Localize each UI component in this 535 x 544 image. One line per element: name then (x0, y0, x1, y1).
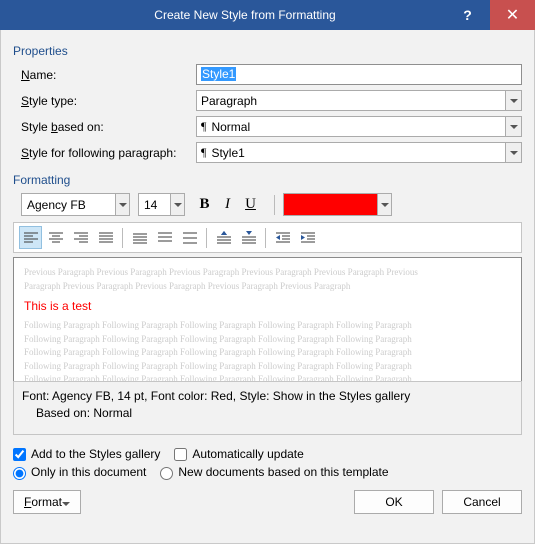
spacing-1-button[interactable] (128, 226, 151, 249)
font-value: Agency FB (27, 198, 86, 212)
title-bar: Create New Style from Formatting ? ✕ (0, 0, 535, 30)
preview-pane: Previous Paragraph Previous Paragraph Pr… (13, 257, 522, 382)
add-gallery-checkbox[interactable]: Add to the Styles gallery (13, 447, 160, 461)
based-on-combo[interactable]: ¶ Normal (196, 116, 522, 137)
font-combo[interactable]: Agency FB (21, 193, 130, 216)
paragraph-toolbar (13, 222, 522, 253)
spacing-2-button[interactable] (178, 226, 201, 249)
bold-button[interactable]: B (193, 193, 216, 216)
help-button[interactable]: ? (445, 0, 490, 30)
format-button[interactable]: FFormatormat (13, 490, 81, 514)
spacing-15-button[interactable] (153, 226, 176, 249)
auto-update-checkbox[interactable]: Automatically update (174, 447, 303, 461)
italic-button[interactable]: I (216, 193, 239, 216)
properties-section: Properties (13, 44, 522, 58)
underline-button[interactable]: U (239, 193, 262, 216)
chevron-down-icon[interactable] (505, 142, 522, 163)
only-document-radio[interactable]: Only in this document (13, 465, 146, 479)
font-color-combo[interactable] (283, 193, 392, 216)
separator (265, 228, 266, 248)
styletype-label: Style type: (21, 94, 196, 108)
chevron-down-icon[interactable] (377, 193, 392, 216)
chevron-down-icon[interactable] (505, 116, 522, 137)
chevron-down-icon[interactable] (115, 193, 130, 216)
dialog-title: Create New Style from Formatting (45, 8, 445, 22)
description-box: Font: Agency FB, 14 pt, Font color: Red,… (13, 381, 522, 435)
color-swatch (283, 193, 378, 216)
name-label: Name: (21, 68, 196, 82)
formatting-section: Formatting (13, 173, 522, 187)
styletype-value: Paragraph (201, 94, 257, 108)
basedon-value: Normal (211, 120, 250, 134)
new-documents-radio[interactable]: New documents based on this template (160, 465, 388, 479)
align-right-button[interactable] (69, 226, 92, 249)
ok-button[interactable]: OK (354, 490, 434, 514)
indent-inc-button[interactable] (296, 226, 319, 249)
chevron-down-icon[interactable] (505, 90, 522, 111)
align-justify-button[interactable] (94, 226, 117, 249)
separator (122, 228, 123, 248)
space-before-dec-button[interactable] (237, 226, 260, 249)
align-center-button[interactable] (44, 226, 67, 249)
separator (206, 228, 207, 248)
chevron-down-icon[interactable] (170, 193, 185, 216)
size-combo[interactable]: 14 (138, 193, 185, 216)
indent-dec-button[interactable] (271, 226, 294, 249)
following-value: Style1 (211, 146, 244, 160)
following-paragraph-combo[interactable]: ¶ Style1 (196, 142, 522, 163)
sample-text: This is a test (24, 299, 511, 313)
align-left-button[interactable] (19, 226, 42, 249)
size-value: 14 (144, 198, 157, 212)
basedon-label: Style based on: (21, 120, 196, 134)
name-input[interactable]: Style1 (196, 64, 522, 85)
pilcrow-icon: ¶ (201, 145, 206, 160)
close-button[interactable]: ✕ (490, 0, 535, 30)
cancel-button[interactable]: Cancel (442, 490, 522, 514)
space-before-inc-button[interactable] (212, 226, 235, 249)
following-label: Style for following paragraph: (21, 146, 196, 160)
style-type-combo[interactable]: Paragraph (196, 90, 522, 111)
separator (274, 195, 275, 215)
pilcrow-icon: ¶ (201, 119, 206, 134)
